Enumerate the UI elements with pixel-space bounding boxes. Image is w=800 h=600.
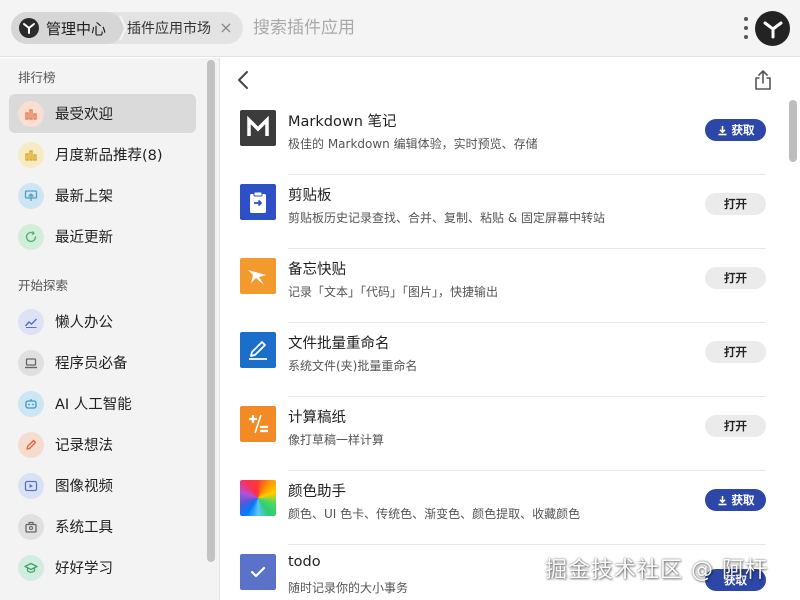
calculator-icon (240, 406, 276, 442)
sidebar-item-label: AI 人工智能 (55, 397, 132, 413)
sidebar-scrollbar[interactable] (207, 60, 215, 562)
sidebar-item-label: 最新上架 (55, 189, 113, 205)
open-button[interactable]: 打开 (705, 415, 766, 437)
sidebar-item-learning[interactable]: 好好学习 (9, 548, 196, 587)
sidebar-item-label: 程序员必备 (55, 356, 128, 372)
back-icon[interactable] (233, 68, 253, 92)
download-icon (718, 495, 726, 505)
sidebar-item-label: 好好学习 (55, 561, 113, 577)
get-button-label: 获取 (731, 123, 755, 137)
sidebar-item-label: 系统工具 (55, 520, 113, 536)
sidebar-item-monthly-new[interactable]: 月度新品推荐(8) (9, 135, 196, 174)
share-icon[interactable] (752, 68, 774, 92)
app-description: 系统文件(夹)批量重命名 (288, 359, 418, 373)
sidebar-item-ai[interactable]: AI 人工智能 (9, 384, 196, 423)
user-avatar-icon[interactable] (755, 11, 790, 46)
app-description: 剪贴板历史记录查找、合并、复制、粘贴 & 固定屏幕中转站 (288, 211, 605, 225)
title-bar: 管理中心 插件应用市场 × (0, 0, 800, 57)
bar-chart-icon (18, 100, 44, 127)
app-name: 计算稿纸 (288, 410, 346, 426)
get-button[interactable]: 获取 (705, 489, 766, 511)
search-input[interactable] (253, 14, 713, 42)
section-title-explore: 开始探索 (18, 278, 69, 293)
app-description: 记录「文本」「代码」「图片」，快捷输出 (288, 285, 499, 299)
home-label: 管理中心 (46, 19, 107, 38)
app-description: 颜色、UI 色卡、传统色、渐变色、颜色提取、收藏颜色 (288, 507, 581, 521)
robot-icon (18, 390, 44, 417)
section-title-ranking: 排行榜 (18, 70, 56, 85)
sidebar-item-system-tools[interactable]: 系统工具 (9, 507, 196, 546)
list-item[interactable]: 备忘快贴 记录「文本」「代码」「图片」，快捷输出 打开 (240, 249, 766, 323)
color-wheel-icon (240, 480, 276, 516)
bar-chart-icon (18, 141, 44, 168)
toolbox-icon (18, 513, 44, 540)
sidebar-item-label: 图像视频 (55, 479, 113, 495)
checkbox-icon (240, 554, 276, 590)
sidebar-item-label: 记录想法 (55, 438, 113, 454)
app-name: 剪贴板 (288, 188, 332, 204)
list-item[interactable]: 剪贴板 剪贴板历史记录查找、合并、复制、粘贴 & 固定屏幕中转站 打开 (240, 175, 766, 249)
list-item[interactable]: 计算稿纸 像打草稿一样计算 打开 (240, 397, 766, 471)
home-breadcrumb[interactable]: 管理中心 (11, 12, 123, 44)
sidebar-item-office[interactable]: 懒人办公 (9, 302, 196, 341)
pencil-icon (18, 431, 44, 458)
open-button[interactable]: 打开 (705, 193, 766, 215)
app-name: 颜色助手 (288, 484, 346, 500)
upload-icon (18, 182, 44, 209)
app-name: Markdown 笔记 (288, 114, 397, 130)
app-description: 像打草稿一样计算 (288, 433, 385, 447)
sidebar-item-recent-update[interactable]: 最近更新 (9, 217, 196, 256)
laptop-icon (18, 349, 44, 376)
open-button[interactable]: 打开 (705, 341, 766, 363)
app-name: 文件批量重命名 (288, 336, 390, 352)
list-item[interactable]: 文件批量重命名 系统文件(夹)批量重命名 打开 (240, 323, 766, 397)
get-button-label: 获取 (731, 493, 755, 507)
chart-trend-icon (18, 308, 44, 335)
list-item[interactable]: Markdown 笔记 极佳的 Markdown 编辑体验，实时预览、存储 获取 (240, 101, 766, 175)
sidebar-item-label: 最受欢迎 (55, 107, 113, 123)
watermark: 掘金技术社区 @ 阿杆 (545, 558, 768, 583)
sidebar-item-notes[interactable]: 记录想法 (9, 425, 196, 464)
get-button[interactable]: 获取 (705, 119, 766, 141)
app-name: 备忘快贴 (288, 262, 346, 278)
app-name: todo (288, 554, 321, 570)
sidebar-item-label: 月度新品推荐(8) (55, 148, 163, 164)
app-tab-label[interactable]: 插件应用市场 (127, 12, 211, 44)
list-item[interactable]: 颜色助手 颜色、UI 色卡、传统色、渐变色、颜色提取、收藏颜色 获取 (240, 471, 766, 545)
rename-pen-icon (240, 332, 276, 368)
sidebar-item-popular[interactable]: 最受欢迎 (9, 94, 196, 133)
sidebar-item-developer[interactable]: 程序员必备 (9, 343, 196, 382)
markdown-icon (240, 110, 276, 146)
sidebar-item-media[interactable]: 图像视频 (9, 466, 196, 505)
main-scrollbar[interactable] (789, 100, 797, 162)
logo-icon (19, 18, 39, 38)
sidebar-item-label: 懒人办公 (55, 315, 113, 331)
app-description: 随时记录你的大小事务 (288, 581, 409, 595)
graduation-cap-icon (18, 554, 44, 581)
download-icon (718, 125, 726, 135)
clipboard-icon (240, 184, 276, 220)
open-button[interactable]: 打开 (705, 267, 766, 289)
more-vertical-icon[interactable] (741, 15, 751, 41)
sidebar-item-label: 最近更新 (55, 230, 113, 246)
refresh-icon (18, 223, 44, 250)
sidebar-item-latest[interactable]: 最新上架 (9, 176, 196, 215)
close-icon[interactable]: × (217, 18, 235, 37)
app-description: 极佳的 Markdown 编辑体验，实时预览、存储 (288, 137, 538, 151)
video-icon (18, 472, 44, 499)
star-note-icon (240, 258, 276, 294)
